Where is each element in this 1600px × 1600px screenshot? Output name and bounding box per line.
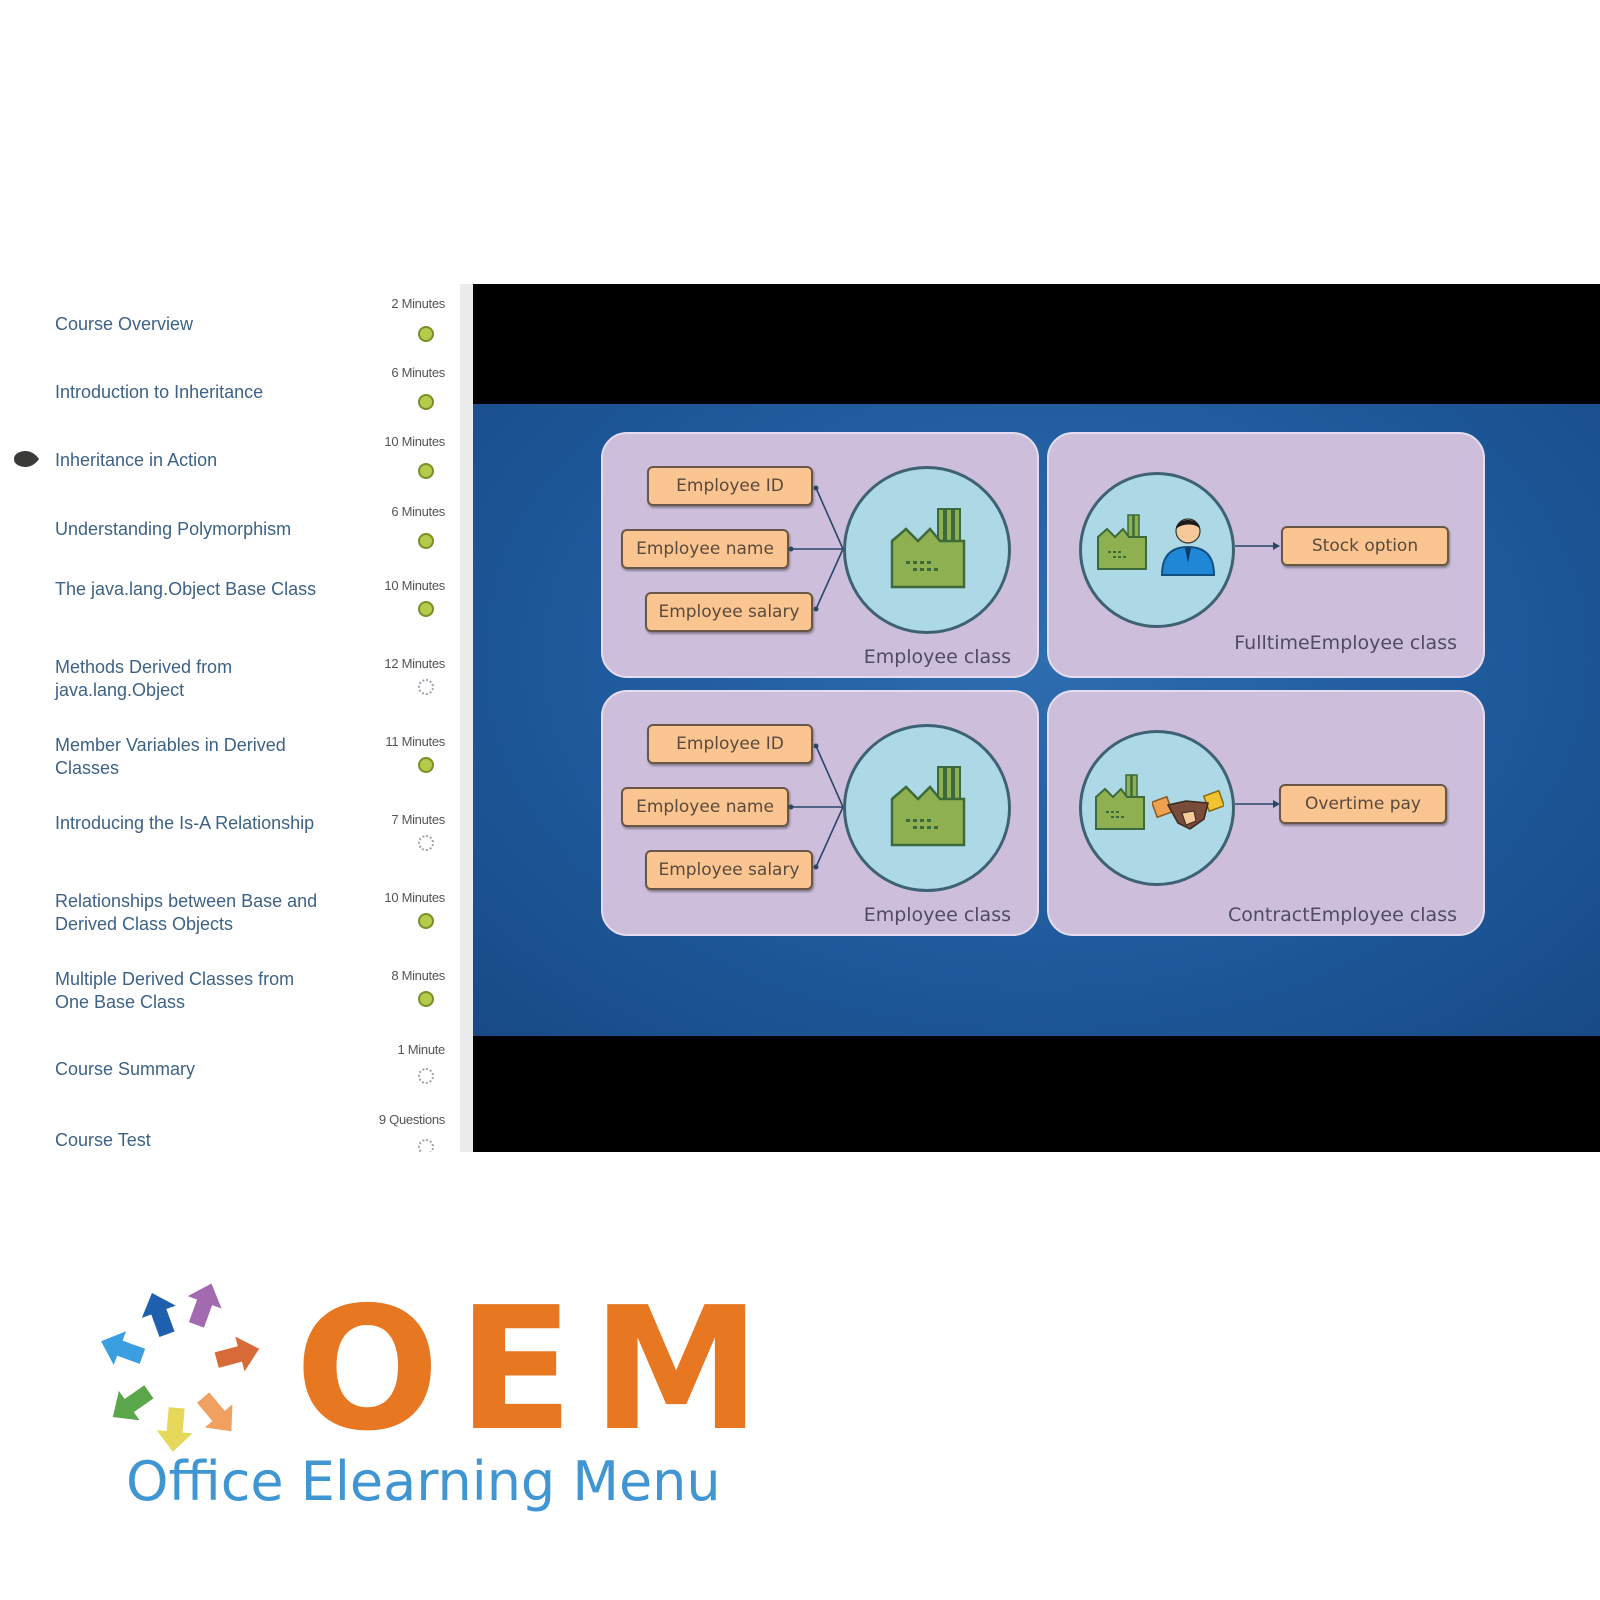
outline-item-title[interactable]: Multiple Derived Classes from One Base C… <box>55 968 325 1014</box>
outline-item-duration: 8 Minutes <box>391 968 445 983</box>
outline-item[interactable]: Course Overview 2 Minutes <box>0 296 450 356</box>
brand-name: OEM <box>295 1271 779 1469</box>
outline-item-duration: 1 Minute <box>397 1042 446 1057</box>
outline-item[interactable]: Methods Derived from java.lang.Object 12… <box>0 656 450 716</box>
connector-arrow <box>1235 542 1280 550</box>
factory-icon <box>1097 514 1147 570</box>
factory-icon <box>890 766 966 847</box>
outline-item-duration: 10 Minutes <box>384 890 445 905</box>
sidebar-scrollbar[interactable] <box>460 284 473 1152</box>
status-completed-icon <box>418 394 434 410</box>
class-panel-employee: Employee ID Employee name Employee salar… <box>601 432 1039 678</box>
outline-item-title[interactable]: Methods Derived from java.lang.Object <box>55 656 325 702</box>
class-label: Employee class <box>863 904 1011 926</box>
connector-arrows <box>788 485 844 612</box>
factory-icon <box>890 508 966 589</box>
outline-item-title[interactable]: Member Variables in Derived Classes <box>55 734 325 780</box>
outline-item[interactable]: Introducing the Is-A Relationship 7 Minu… <box>0 812 450 872</box>
class-label: ContractEmployee class <box>1227 904 1457 926</box>
class-label: Employee class <box>863 646 1011 668</box>
status-not-started-icon <box>418 679 434 695</box>
class-circle <box>1079 472 1235 628</box>
outline-item-title[interactable]: Course Test <box>55 1129 325 1152</box>
class-panel-employee: Employee ID Employee name Employee salar… <box>601 690 1039 936</box>
status-completed-icon <box>418 326 434 342</box>
class-circle <box>1079 730 1235 886</box>
video-player[interactable]: Employee ID Employee name Employee salar… <box>473 284 1600 1152</box>
attribute-box: Employee name <box>621 787 789 827</box>
status-completed-icon <box>418 991 434 1007</box>
outline-item-duration: 11 Minutes <box>385 734 445 749</box>
outline-item-title[interactable]: Introduction to Inheritance <box>55 381 325 404</box>
outline-item-duration: 12 Minutes <box>384 656 445 671</box>
outline-item[interactable]: Member Variables in Derived Classes 11 M… <box>0 734 450 794</box>
connector-arrow <box>1235 800 1280 808</box>
factory-icon <box>1095 774 1145 830</box>
outline-item[interactable]: Introduction to Inheritance 6 Minutes <box>0 365 450 425</box>
outline-item-title[interactable]: Understanding Polymorphism <box>55 518 325 541</box>
outline-item-title[interactable]: The java.lang.Object Base Class <box>55 578 325 601</box>
outline-item[interactable]: Understanding Polymorphism 6 Minutes <box>0 504 450 564</box>
brand-tagline: Office Elearning Menu <box>126 1450 721 1513</box>
outline-item[interactable]: Course Summary 1 Minute <box>0 1042 450 1102</box>
class-circle <box>843 724 1011 892</box>
status-not-started-icon <box>418 835 434 851</box>
class-panel-contract-employee: Overtime pay ContractEmployee class <box>1047 690 1485 936</box>
status-completed-icon <box>418 463 434 479</box>
outline-item-title[interactable]: Introducing the Is-A Relationship <box>55 812 325 835</box>
oem-logo: OEM Office Elearning Menu <box>80 1270 761 1550</box>
outline-item[interactable]: Relationships between Base and Derived C… <box>0 890 450 950</box>
class-panel-fulltime-employee: Stock option FulltimeEmployee class <box>1047 432 1485 678</box>
outline-item[interactable]: Course Test 9 Questions <box>0 1112 450 1152</box>
course-outline-sidebar: Course Overview 2 Minutes Introduction t… <box>0 284 460 1152</box>
connector-arrows <box>788 743 844 870</box>
attribute-box: Overtime pay <box>1279 784 1447 824</box>
class-circle <box>843 466 1011 634</box>
status-completed-icon <box>418 533 434 549</box>
outline-item-title[interactable]: Course Summary <box>55 1058 325 1081</box>
outline-item-duration: 10 Minutes <box>384 434 445 449</box>
status-completed-icon <box>418 757 434 773</box>
status-completed-icon <box>418 913 434 929</box>
slide-diagram: Employee ID Employee name Employee salar… <box>473 404 1600 1036</box>
current-lesson-marker-icon <box>14 451 39 467</box>
status-not-started-icon <box>418 1068 434 1084</box>
outline-item-duration: 9 Questions <box>378 1112 445 1127</box>
outline-item[interactable]: The java.lang.Object Base Class 10 Minut… <box>0 578 450 638</box>
outline-item-current[interactable]: Inheritance in Action 10 Minutes <box>0 434 450 494</box>
attribute-box: Stock option <box>1281 526 1449 566</box>
status-not-started-icon <box>418 1139 434 1152</box>
handshake-icon <box>1152 789 1224 830</box>
class-label: FulltimeEmployee class <box>1234 632 1457 654</box>
outline-item-duration: 2 Minutes <box>391 296 445 311</box>
person-icon <box>1160 518 1216 576</box>
status-completed-icon <box>418 601 434 617</box>
outline-item-duration: 7 Minutes <box>391 812 445 827</box>
outline-item-title[interactable]: Course Overview <box>55 313 325 336</box>
outline-item-title[interactable]: Inheritance in Action <box>55 449 325 472</box>
attribute-box: Employee name <box>621 529 789 569</box>
outline-item-duration: 10 Minutes <box>384 578 445 593</box>
outline-item[interactable]: Multiple Derived Classes from One Base C… <box>0 968 450 1028</box>
outline-item-duration: 6 Minutes <box>391 365 445 380</box>
outline-item-duration: 6 Minutes <box>391 504 445 519</box>
arrows-circle-icon <box>101 1283 260 1452</box>
outline-item-title[interactable]: Relationships between Base and Derived C… <box>55 890 325 936</box>
